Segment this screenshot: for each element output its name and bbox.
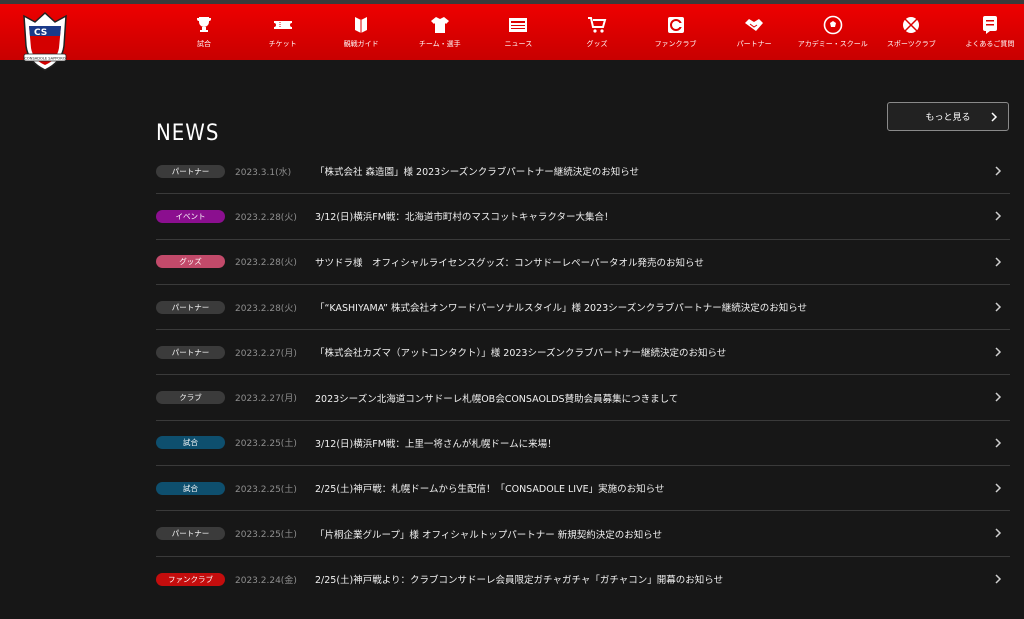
chevron-right-icon: [995, 392, 1002, 403]
chevron-right-icon: [995, 347, 1002, 357]
news-date: 2023.2.28(火): [235, 303, 297, 314]
category-badge: パートナー: [156, 300, 225, 314]
sports-club-icon: [903, 17, 920, 33]
nav-label: スポーツクラブ: [886, 40, 936, 48]
category-badge: イベント: [156, 209, 225, 223]
category-badge: ファンクラブ: [156, 572, 225, 586]
news-date: 2023.2.25(土): [235, 439, 297, 450]
chevron-right-icon: [995, 257, 1002, 267]
category-badge: 試合: [156, 436, 225, 450]
site-header: CS CONSADOLE SAPPORO 試合 チケット 観戦ガイド チーム・選…: [0, 4, 1024, 71]
news-item[interactable]: パートナー 2023.2.27(月) 「株式会社カズマ（アットコンタクト）」様 …: [156, 330, 1010, 376]
nav-item-goods[interactable]: グッズ: [563, 4, 631, 60]
soccer-ball-icon: [823, 15, 843, 35]
news-item[interactable]: イベント 2023.2.28(火) 3/12(日)横浜FM戦：北海道市町村のマス…: [156, 194, 1010, 240]
news-headline: 2/25(土)神戸戦より：クラブコンサドーレ会員限定ガチャガチャ「ガチャコン」開…: [315, 575, 724, 587]
news-headline: 「株式会社カズマ（アットコンタクト）」様 2023シーズンクラブパートナー継続決…: [315, 348, 727, 360]
category-badge: パートナー: [156, 164, 225, 178]
nav-label: チケット: [268, 40, 297, 48]
news-date: 2023.2.27(月): [235, 394, 297, 405]
guide-book-icon: [355, 17, 368, 33]
chevron-right-icon: [995, 483, 1002, 493]
news-item[interactable]: グッズ 2023.2.28(火) サツドラ様 オフィシャルライセンスグッズ：コン…: [156, 240, 1010, 285]
news-item[interactable]: パートナー 2023.3.1(水) 「株式会社 森造園」様 2023シーズンクラ…: [156, 149, 1010, 195]
news-headline: 3/12(日)横浜FM戦：上里一将さんが札幌ドームに来場！: [315, 438, 557, 450]
more-button[interactable]: もっと見る: [887, 102, 1009, 131]
jersey-icon: [430, 17, 449, 33]
nav-label: 観戦ガイド: [343, 40, 379, 48]
news-date: 2023.2.27(月): [235, 348, 297, 359]
club-crest-icon: CS CONSADOLE SAPPORO: [23, 11, 67, 71]
nav-label: よくあるご質問: [965, 40, 1015, 48]
chevron-right-icon: [995, 302, 1002, 312]
chevron-right-icon: [995, 166, 1002, 176]
news-date: 2023.2.25(土): [235, 484, 297, 495]
nav-item-ticket[interactable]: チケット: [249, 4, 317, 60]
news-date: 2023.2.25(土): [235, 530, 297, 541]
news-date: 2023.2.24(金): [235, 575, 297, 586]
nav-label: グッズ: [586, 40, 608, 48]
chevron-right-icon: [995, 574, 1002, 584]
news-item[interactable]: パートナー 2023.2.25(土) 「片桐企業グループ」様 オフィシャルトップ…: [156, 511, 1010, 557]
chevron-right-icon: [995, 528, 1002, 538]
logo-mark: CS: [34, 28, 47, 38]
news-item[interactable]: 試合 2023.2.25(土) 3/12(日)横浜FM戦：上里一将さんが札幌ドー…: [156, 421, 1010, 467]
nav-item-guide[interactable]: 観戦ガイド: [327, 4, 395, 60]
chevron-right-icon: [995, 211, 1002, 221]
nav-label: ニュース: [504, 40, 533, 48]
nav-item-match[interactable]: 試合: [170, 4, 238, 60]
nav-label: チーム・選手: [418, 40, 461, 48]
news-headline: 2023シーズン北海道コンサドーレ札幌OB会CONSAOLDS賛助会員募集につき…: [315, 393, 679, 405]
more-button-label: もっと見る: [925, 113, 971, 123]
nav-item-fanclub[interactable]: ファンクラブ: [642, 4, 710, 60]
nav-label: アカデミー・スクール: [797, 40, 868, 48]
category-badge: パートナー: [156, 527, 225, 541]
category-badge: グッズ: [156, 255, 225, 269]
news-headline: 「株式会社 森造園」様 2023シーズンクラブパートナー継続決定のお知らせ: [315, 167, 640, 179]
nav-item-academy[interactable]: アカデミー・スクール: [797, 4, 868, 60]
main-nav: 試合 チケット 観戦ガイド チーム・選手 ニュース グッズ ファンクラブ パート…: [170, 4, 1024, 60]
news-list: パートナー 2023.3.1(水) 「株式会社 森造園」様 2023シーズンクラ…: [156, 149, 1010, 602]
chevron-right-icon: [995, 438, 1002, 448]
nav-item-team[interactable]: チーム・選手: [406, 4, 474, 60]
news-item[interactable]: パートナー 2023.2.28(火) 「“KASHIYAMA” 株式会社オンワー…: [156, 285, 1010, 331]
nav-item-sports-club[interactable]: スポーツクラブ: [877, 4, 945, 60]
news-item[interactable]: 試合 2023.2.25(土) 2/25(土)神戸戦：札幌ドームから生配信！「C…: [156, 466, 1010, 512]
news-item[interactable]: ファンクラブ 2023.2.24(金) 2/25(土)神戸戦より：クラブコンサド…: [156, 557, 1010, 602]
faq-icon: [982, 16, 997, 34]
category-badge: クラブ: [156, 391, 225, 405]
news-date: 2023.2.28(火): [235, 258, 297, 269]
logo-text: CONSADOLE SAPPORO: [24, 57, 65, 61]
fanclub-card-icon: [667, 17, 684, 33]
news-headline: サツドラ様 オフィシャルライセンスグッズ：コンサドーレペーパータオル発売のお知ら…: [315, 257, 704, 269]
category-badge: 試合: [156, 481, 225, 495]
nav-label: パートナー: [736, 40, 772, 48]
news-headline: 「片桐企業グループ」様 オフィシャルトップパートナー 新規契約決定のお知らせ: [315, 529, 663, 541]
news-item[interactable]: クラブ 2023.2.27(月) 2023シーズン北海道コンサドーレ札幌OB会C…: [156, 375, 1010, 421]
trophy-icon: [197, 17, 211, 32]
news-headline: 2/25(土)神戸戦：札幌ドームから生配信！「CONSADOLE LIVE」実施…: [315, 484, 665, 496]
nav-item-news[interactable]: ニュース: [484, 4, 552, 60]
ticket-icon: [273, 21, 292, 29]
page-title: NEWS: [156, 120, 220, 146]
nav-item-partner[interactable]: パートナー: [720, 4, 788, 60]
nav-label: 試合: [197, 40, 211, 48]
news-icon: [509, 18, 528, 32]
news-headline: 「“KASHIYAMA” 株式会社オンワードパーソナルスタイル」様 2023シー…: [315, 303, 808, 315]
nav-item-faq[interactable]: よくあるご質問: [956, 4, 1024, 60]
handshake-icon: [745, 19, 764, 31]
chevron-right-icon: [991, 112, 998, 122]
category-badge: パートナー: [156, 345, 225, 359]
news-headline: 3/12(日)横浜FM戦：北海道市町村のマスコットキャラクター大集合！: [315, 212, 614, 224]
club-logo[interactable]: CS CONSADOLE SAPPORO: [18, 10, 72, 72]
nav-label: ファンクラブ: [654, 40, 697, 48]
news-date: 2023.2.28(火): [235, 212, 297, 223]
cart-icon: [587, 17, 607, 33]
news-date: 2023.3.1(水): [235, 167, 292, 178]
